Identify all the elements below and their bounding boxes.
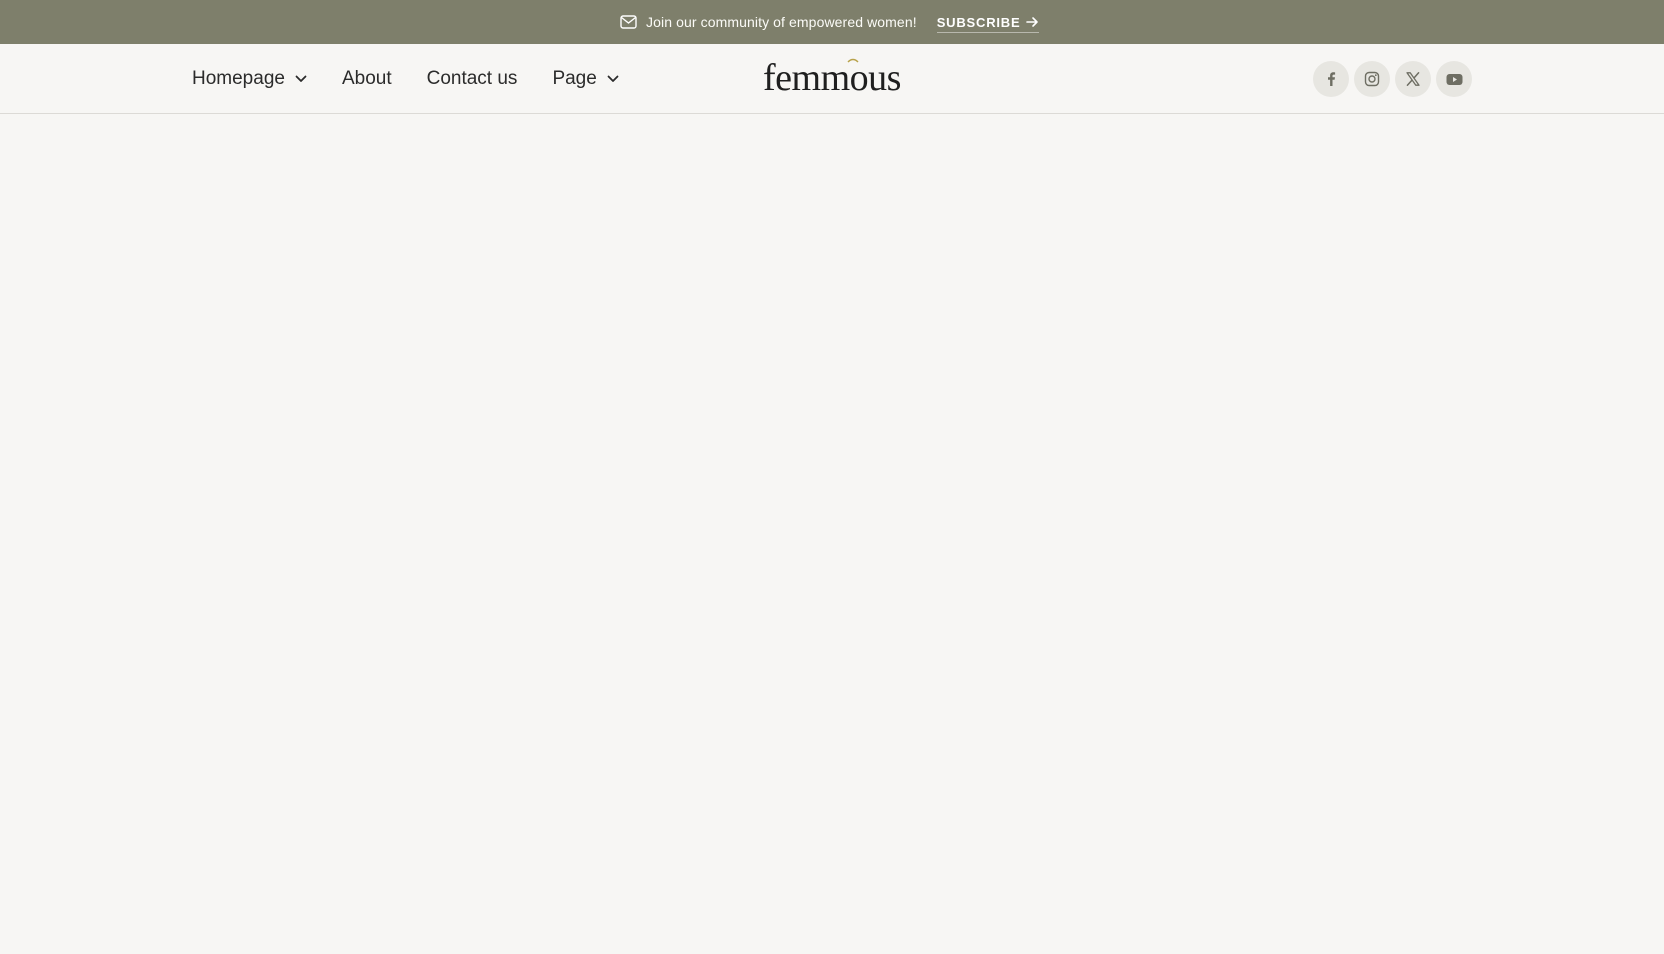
instagram-icon (1364, 71, 1380, 87)
x-twitter-link[interactable] (1395, 61, 1431, 97)
chevron-down-icon (607, 75, 619, 83)
arrow-right-icon (1026, 16, 1039, 28)
nav-item-label: Page (552, 67, 597, 89)
youtube-icon (1446, 73, 1462, 85)
logo-accent-icon (847, 58, 859, 63)
logo-text: femmous (763, 57, 901, 99)
announcement-content: Join our community of empowered women! S… (620, 0, 1040, 44)
site-header: Homepage About Contact us Page femmous (0, 44, 1664, 114)
main-nav: Homepage About Contact us Page (192, 44, 654, 113)
subscribe-link[interactable]: SUBSCRIBE (936, 14, 1040, 33)
nav-item-page[interactable]: Page (552, 67, 619, 90)
chevron-down-icon (295, 75, 307, 83)
instagram-link[interactable] (1354, 61, 1390, 97)
site-logo[interactable]: femmous (762, 56, 902, 100)
main-content (0, 114, 1664, 954)
nav-item-label: Contact us (426, 67, 518, 89)
x-twitter-icon (1406, 72, 1420, 86)
mail-icon (620, 15, 637, 29)
nav-item-label: About (341, 67, 392, 89)
nav-item-contact-us[interactable]: Contact us (427, 68, 518, 90)
announcement-bar: Join our community of empowered women! S… (0, 0, 1664, 44)
youtube-link[interactable] (1436, 61, 1472, 97)
subscribe-label: SUBSCRIBE (936, 14, 1021, 30)
nav-item-homepage[interactable]: Homepage (192, 68, 307, 90)
social-links (1313, 61, 1477, 97)
announcement-text: Join our community of empowered women! (646, 14, 917, 30)
facebook-icon (1328, 72, 1336, 86)
nav-item-label: Homepage (192, 67, 285, 89)
nav-item-about[interactable]: About (342, 68, 392, 90)
facebook-link[interactable] (1313, 61, 1349, 97)
